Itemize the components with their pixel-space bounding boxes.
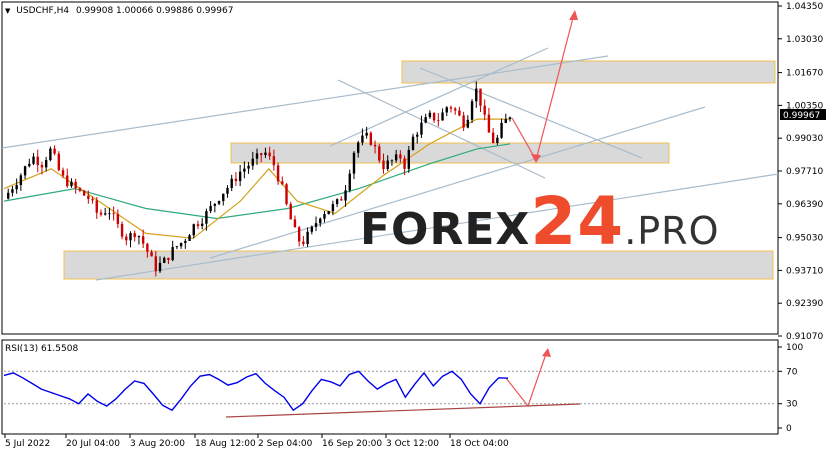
candle	[470, 99, 474, 124]
time-tick-label: 3 Aug 20:00	[130, 439, 185, 449]
candle	[82, 189, 86, 196]
candle	[49, 146, 52, 162]
resistance-zone[interactable]	[401, 60, 776, 84]
watermark-pro: .PRO	[624, 209, 719, 253]
rsi-tick-label: 30	[786, 400, 798, 410]
rsi-panel	[1, 339, 779, 435]
support-zone[interactable]	[63, 250, 774, 280]
ohlc-readout: 0.99908 1.00066 0.99886 0.99967	[76, 6, 233, 16]
time-tick-label: 5 Jul 2022	[5, 439, 50, 449]
candle	[407, 146, 410, 173]
time-tick-label: 20 Jul 04:00	[66, 439, 120, 449]
rsi-title: RSI(13) 61.5508	[5, 344, 78, 354]
price-tick-label: 0.95030	[786, 234, 823, 244]
middle-zone[interactable]	[230, 142, 670, 164]
time-tick-label: 18 Oct 04:00	[450, 439, 509, 449]
rsi-tick-label: 100	[786, 343, 803, 353]
rsi-tick-label: 0	[786, 424, 792, 434]
candle	[289, 201, 292, 220]
candle	[378, 143, 381, 163]
dropdown-glyph[interactable]: ▼	[5, 7, 11, 15]
candle	[285, 182, 288, 206]
rsi-tick-label: 70	[786, 367, 798, 377]
price-tick-label: 0.93710	[786, 266, 823, 276]
time-tick-label: 16 Sep 20:00	[322, 439, 382, 449]
watermark-24: 24	[530, 183, 624, 260]
price-tick-label: 0.99030	[786, 134, 823, 144]
rsi-axis: 100 70 30 0	[778, 343, 803, 434]
last-price-label: 0.99967	[783, 111, 820, 121]
main-panel	[1, 1, 779, 335]
symbol-title[interactable]: ▼ USDCHF,H4 0.99908 1.00066 0.99886 0.99…	[5, 6, 233, 16]
price-tick-label: 0.92390	[786, 299, 823, 309]
price-tick-label: 1.01670	[786, 69, 823, 79]
candle	[369, 131, 373, 146]
chart-canvas: 0.99967 FOREX24.PRO ▼ USDCHF,H4 0.99908 …	[1, 1, 826, 449]
time-axis: 5 Jul 2022 20 Jul 04:00 3 Aug 20:00 18 Aug …	[4, 434, 509, 449]
price-tick-label: 1.03030	[786, 35, 823, 45]
candle	[57, 151, 61, 172]
price-tick-label: 0.97710	[786, 167, 823, 177]
watermark-forex: FOREX	[360, 204, 530, 255]
candle	[327, 210, 330, 215]
time-tick-label: 2 Sep 04:00	[258, 439, 313, 449]
price-tick-label: 1.04350	[786, 2, 823, 12]
price-tick-label: 0.96390	[786, 200, 823, 210]
price-tick-label: 0.91070	[786, 332, 823, 342]
time-tick-label: 3 Oct 12:00	[386, 439, 439, 449]
price-axis: 1.04350 1.03030 1.01670 1.00350 0.99030 0.977…	[778, 2, 823, 342]
price-tick-label: 1.00350	[786, 101, 823, 111]
candle	[120, 221, 124, 240]
time-tick-label: 18 Aug 12:00	[195, 439, 256, 449]
